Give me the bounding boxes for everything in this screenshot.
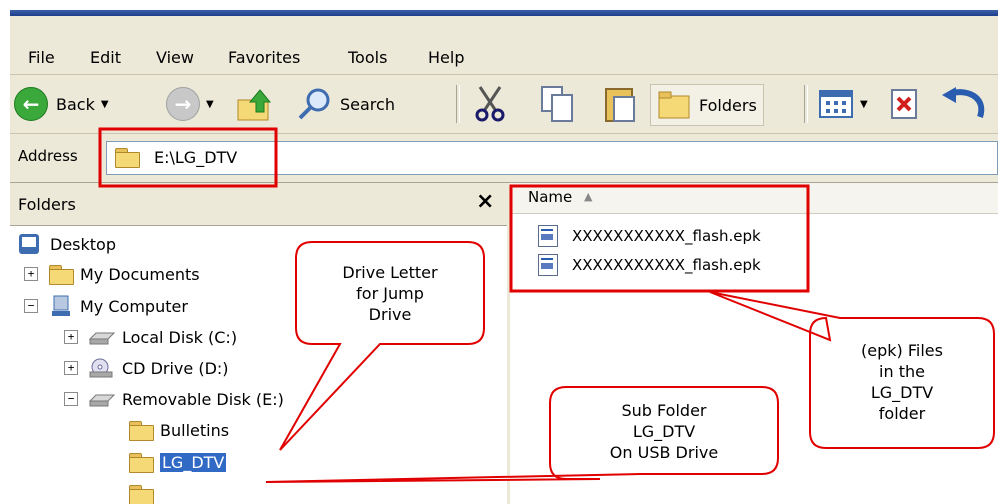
- annotation-overlay: [98, 127, 995, 483]
- callout-epk-files-text: (epk) Files in the LG_DTV folder: [861, 341, 943, 423]
- callout-sub-folder-text: Sub Folder LG_DTV On USB Drive: [609, 401, 719, 462]
- files-highlight-box: [509, 184, 810, 293]
- callout-drive-letter-text: Drive Letter for Jump Drive: [342, 263, 438, 324]
- address-highlight-box: [98, 127, 278, 188]
